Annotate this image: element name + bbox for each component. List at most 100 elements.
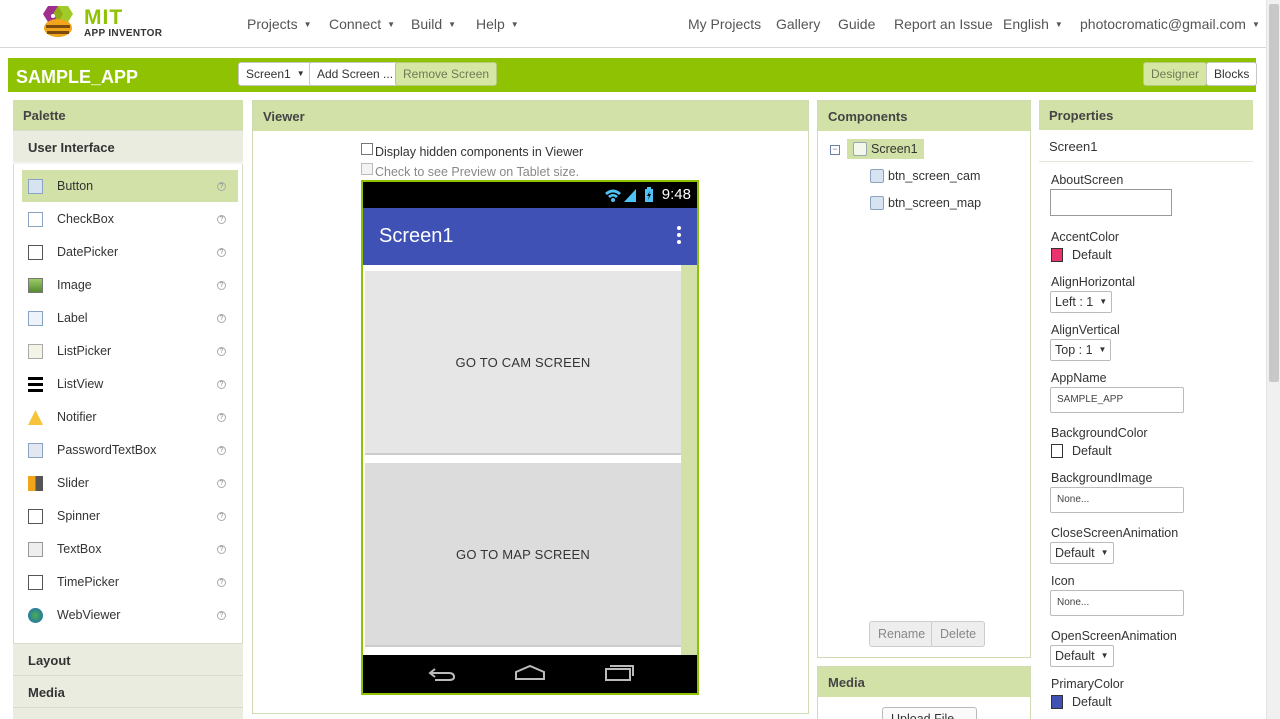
palette-item-button[interactable]: Button?: [22, 170, 238, 202]
rename-button[interactable]: Rename: [869, 621, 935, 647]
nav-build-menu[interactable]: Build ▼: [411, 16, 456, 32]
palette-item-datepicker[interactable]: DatePicker?: [22, 236, 238, 268]
palette-category-drawing-animation[interactable]: Drawing and Animation: [13, 707, 243, 719]
help-icon[interactable]: ?: [217, 347, 226, 356]
tree-node-btn-screen-cam-label: btn_screen_cam: [888, 169, 981, 183]
palette-item-listpicker[interactable]: ListPicker?: [22, 335, 238, 367]
nav-help-menu[interactable]: Help ▼: [476, 16, 519, 32]
alignhorizontal-dropdown[interactable]: Left : 1 ▼: [1050, 291, 1113, 313]
screen-select-dropdown[interactable]: Screen1 ▼: [238, 62, 313, 86]
help-icon[interactable]: ?: [217, 578, 226, 587]
nav-account-menu[interactable]: photocromatic@gmail.com ▼: [1080, 16, 1260, 32]
collapse-tree-icon[interactable]: −: [830, 145, 840, 155]
upload-file-button[interactable]: Upload File ...: [882, 707, 978, 719]
accentcolor-value[interactable]: Default: [1072, 248, 1112, 262]
viewer-panel: Viewer Display hidden components in View…: [252, 100, 809, 714]
palette-category-media[interactable]: Media: [13, 675, 243, 707]
palette-category-user-interface[interactable]: User Interface: [13, 130, 243, 162]
delete-button[interactable]: Delete: [931, 621, 986, 647]
help-icon[interactable]: ?: [217, 512, 226, 521]
nav-projects-menu[interactable]: Projects ▼: [247, 16, 312, 32]
tree-node-btn-screen-map-label: btn_screen_map: [888, 196, 982, 210]
designer-button[interactable]: Designer: [1143, 62, 1208, 86]
components-header: Components: [818, 101, 1030, 131]
properties-component-name: Screen1: [1039, 130, 1253, 162]
help-icon[interactable]: ?: [217, 215, 226, 224]
nav-language-menu[interactable]: English ▼: [1003, 16, 1063, 32]
app-inventor-logo[interactable]: MIT APP INVENTOR: [36, 4, 166, 44]
phone-app-bar: Screen1: [363, 208, 697, 265]
palette-item-passwordtextbox[interactable]: PasswordTextBox?: [22, 434, 238, 466]
palette-item-checkbox[interactable]: CheckBox?: [22, 203, 238, 235]
help-icon[interactable]: ?: [217, 380, 226, 389]
help-icon[interactable]: ?: [217, 611, 226, 620]
bee-logo-icon: [43, 6, 73, 37]
palette-item-image[interactable]: Image?: [22, 269, 238, 301]
backgroundimage-input[interactable]: None...: [1050, 487, 1184, 513]
palette-item-textbox[interactable]: TextBox?: [22, 533, 238, 565]
backgroundcolor-value[interactable]: Default: [1072, 444, 1112, 458]
add-screen-button[interactable]: Add Screen ...: [309, 62, 402, 86]
tree-node-screen1[interactable]: Screen1: [847, 139, 924, 159]
nav-connect-menu[interactable]: Connect ▼: [329, 16, 395, 32]
tree-node-screen1-label: Screen1: [871, 142, 918, 156]
scrollbar-thumb[interactable]: [1269, 4, 1279, 382]
help-icon[interactable]: ?: [217, 314, 226, 323]
remove-screen-button[interactable]: Remove Screen: [395, 62, 498, 86]
closescreenanimation-dropdown[interactable]: Default ▼: [1050, 542, 1114, 564]
icon-input[interactable]: None...: [1050, 590, 1184, 616]
nav-my-projects-link[interactable]: My Projects: [688, 16, 761, 32]
primarycolor-swatch[interactable]: [1051, 695, 1063, 709]
page-scrollbar[interactable]: [1266, 0, 1280, 719]
viewer-header: Viewer: [253, 101, 808, 131]
primarycolor-value[interactable]: Default: [1072, 695, 1112, 709]
openscreenanimation-dropdown[interactable]: Default ▼: [1050, 645, 1114, 667]
aboutscreen-textarea[interactable]: [1050, 189, 1172, 216]
backgroundcolor-swatch[interactable]: [1051, 444, 1063, 458]
palette-item-timepicker[interactable]: TimePicker?: [22, 566, 238, 598]
tablet-preview-checkbox[interactable]: [361, 163, 373, 175]
timepicker-icon: [28, 575, 43, 590]
palette-category-layout[interactable]: Layout: [13, 643, 243, 675]
blocks-button[interactable]: Blocks: [1206, 62, 1258, 86]
help-icon[interactable]: ?: [217, 248, 226, 257]
help-icon[interactable]: ?: [217, 545, 226, 554]
home-icon[interactable]: [514, 664, 546, 682]
logo-mit-text: MIT: [84, 6, 124, 29]
screen-icon: [853, 142, 867, 156]
help-icon[interactable]: ?: [217, 479, 226, 488]
palette-item-notifier[interactable]: Notifier?: [22, 401, 238, 433]
back-icon[interactable]: [427, 665, 457, 683]
recent-apps-icon[interactable]: [604, 664, 634, 682]
datepicker-icon: [28, 245, 43, 260]
nav-report-issue-link[interactable]: Report an Issue: [894, 16, 993, 32]
prop-icon-label: Icon: [1051, 574, 1075, 588]
overflow-menu-icon[interactable]: [677, 226, 681, 246]
help-icon[interactable]: ?: [217, 446, 226, 455]
palette-item-spinner[interactable]: Spinner?: [22, 500, 238, 532]
alignvertical-dropdown[interactable]: Top : 1 ▼: [1050, 339, 1112, 361]
map-screen-button[interactable]: GO TO MAP SCREEN: [365, 463, 681, 647]
tree-node-btn-screen-map[interactable]: btn_screen_map: [870, 196, 981, 210]
palette-item-label: Button: [57, 179, 94, 193]
palette-item-webviewer[interactable]: WebViewer?: [22, 599, 238, 631]
help-icon[interactable]: ?: [217, 413, 226, 422]
tree-node-btn-screen-cam[interactable]: btn_screen_cam: [870, 169, 980, 183]
palette-item-label[interactable]: Label?: [22, 302, 238, 334]
appname-input[interactable]: SAMPLE_APP: [1050, 387, 1184, 413]
nav-guide-link[interactable]: Guide: [838, 16, 875, 32]
project-title: SAMPLE_APP: [16, 67, 139, 87]
cam-screen-button[interactable]: GO TO CAM SCREEN: [365, 271, 681, 455]
nav-gallery-link[interactable]: Gallery: [776, 16, 820, 32]
palette-item-listview[interactable]: ListView?: [22, 368, 238, 400]
button-icon: [28, 179, 43, 194]
help-icon[interactable]: ?: [217, 281, 226, 290]
palette-item-label: Label: [57, 311, 88, 325]
accentcolor-swatch[interactable]: [1051, 248, 1063, 262]
caret-down-icon: ▼: [296, 69, 305, 78]
top-navigation: MIT APP INVENTOR Projects ▼ Connect ▼ Buil…: [0, 0, 1266, 48]
help-icon[interactable]: ?: [217, 182, 226, 191]
palette-item-slider[interactable]: Slider?: [22, 467, 238, 499]
screen-select-label: Screen1: [246, 67, 291, 81]
display-hidden-checkbox[interactable]: [361, 143, 373, 155]
